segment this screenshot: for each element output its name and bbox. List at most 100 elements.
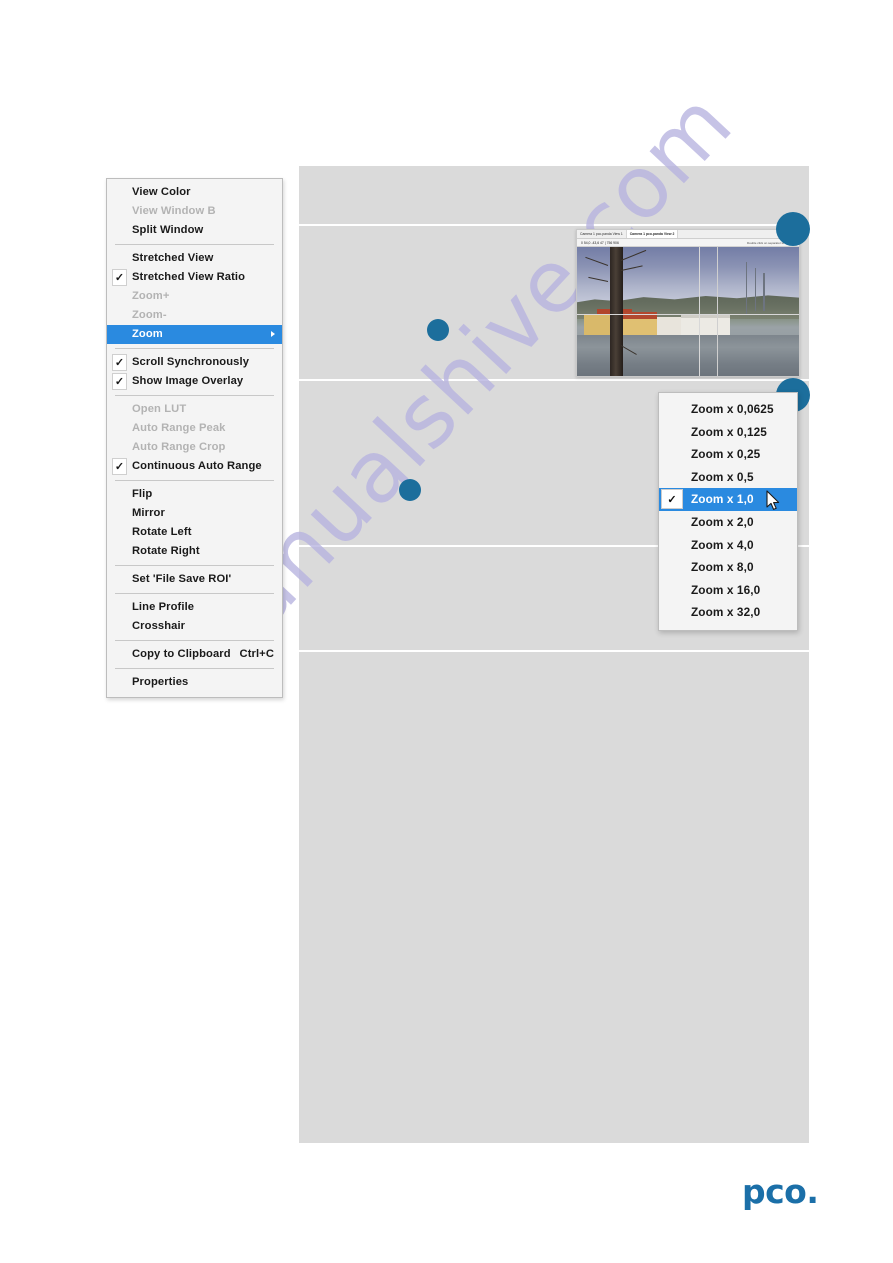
menu-item-label: Properties (132, 676, 189, 688)
menu-item-label: Auto Range Crop (132, 441, 226, 453)
menu-item-rotate-right[interactable]: Rotate Right (107, 542, 282, 561)
zoom-option-label: Zoom x 0,0625 (691, 402, 774, 416)
panel-divider (299, 650, 809, 652)
pco-logo: pco. (742, 1172, 819, 1211)
menu-item-label: Crosshair (132, 620, 186, 632)
zoom-option-zoom-x-1-0[interactable]: ✓ Zoom x 1,0 (659, 488, 797, 511)
camera-toolbar: 0 54,0 -43,6 47 | 756 906 Double click o… (577, 239, 799, 247)
page-root: manualshive.com Camera 1 pco.panda View … (0, 0, 893, 1263)
menu-item-continuous-auto-range[interactable]: ✓ Continuous Auto Range (107, 457, 282, 476)
menu-separator (115, 668, 274, 669)
menu-item-zoom: Zoom- (107, 306, 282, 325)
menu-item-label: Copy to Clipboard (132, 648, 231, 660)
menu-item-flip[interactable]: Flip (107, 485, 282, 504)
menu-item-show-image-overlay[interactable]: ✓ Show Image Overlay (107, 372, 282, 391)
menu-item-zoom[interactable]: Zoom (107, 325, 282, 344)
image-building (656, 316, 684, 335)
zoom-option-label: Zoom x 0,5 (691, 469, 754, 484)
zoom-option-zoom-x-2-0[interactable]: Zoom x 2,0 (659, 511, 797, 534)
crosshair-horizontal (577, 314, 799, 316)
menu-item-label: Zoom+ (132, 290, 170, 302)
menu-item-properties[interactable]: Properties (107, 673, 282, 692)
checkmark-icon: ✓ (112, 373, 127, 390)
zoom-option-zoom-x-32-0[interactable]: Zoom x 32,0 (659, 601, 797, 624)
menu-item-shortcut: Ctrl+C (239, 648, 274, 660)
menu-separator (115, 593, 274, 594)
menu-item-label: Scroll Synchronously (132, 356, 250, 368)
panel-divider (299, 224, 809, 226)
zoom-submenu[interactable]: Zoom x 0,0625 Zoom x 0,125 Zoom x 0,25 Zoom… (658, 392, 798, 631)
zoom-option-label: Zoom x 0,125 (691, 424, 767, 439)
zoom-option-zoom-x-0-125[interactable]: Zoom x 0,125 (659, 421, 797, 444)
camera-coordinate-readout: 0 54,0 -43,6 47 | 756 906 (581, 240, 619, 245)
camera-preview-window[interactable]: Camera 1 pco.panda View 1 Camera 1 pco.p… (576, 229, 800, 377)
camera-tab-view1[interactable]: Camera 1 pco.panda View 1 (577, 230, 627, 238)
menu-item-view-window-b: View Window B (107, 202, 282, 221)
menu-separator (115, 480, 274, 481)
menu-separator (115, 640, 274, 641)
zoom-option-zoom-x-16-0[interactable]: Zoom x 16,0 (659, 579, 797, 602)
menu-item-label: Mirror (132, 507, 165, 519)
menu-item-scroll-synchronously[interactable]: ✓ Scroll Synchronously (107, 353, 282, 372)
image-pole (754, 267, 756, 312)
menu-item-view-color[interactable]: View Color (107, 183, 282, 202)
menu-item-auto-range-crop: Auto Range Crop (107, 438, 282, 457)
zoom-option-zoom-x-0-25[interactable]: Zoom x 0,25 (659, 443, 797, 466)
image-pole (745, 262, 748, 315)
callout-badge-4 (399, 479, 421, 501)
zoom-option-label: Zoom x 16,0 (691, 582, 761, 597)
zoom-option-label: Zoom x 1,0 (691, 492, 754, 507)
menu-item-rotate-left[interactable]: Rotate Left (107, 523, 282, 542)
image-building (681, 317, 731, 335)
menu-item-stretched-view[interactable]: Stretched View (107, 249, 282, 268)
callout-badge-1 (776, 212, 810, 246)
zoom-option-zoom-x-4-0[interactable]: Zoom x 4,0 (659, 534, 797, 557)
checkmark-icon: ✓ (112, 354, 127, 371)
menu-separator (115, 244, 274, 245)
menu-item-label: Open LUT (132, 403, 187, 415)
menu-item-label: Rotate Left (132, 526, 192, 538)
chevron-right-icon (271, 331, 275, 337)
menu-item-label: View Color (132, 186, 191, 198)
menu-item-label: Continuous Auto Range (132, 460, 262, 472)
menu-item-label: Flip (132, 488, 153, 500)
menu-item-label: Rotate Right (132, 545, 200, 557)
menu-item-set-file-save-roi[interactable]: Set 'File Save ROI' (107, 570, 282, 589)
menu-item-label: Stretched View (132, 252, 214, 264)
image-pole (763, 272, 765, 312)
zoom-option-zoom-x-0-5[interactable]: Zoom x 0,5 (659, 466, 797, 489)
menu-item-label: Show Image Overlay (132, 375, 244, 387)
menu-separator (115, 348, 274, 349)
menu-item-label: Zoom- (132, 309, 167, 321)
camera-tab-view2[interactable]: Camera 1 pco.panda View 2 (626, 230, 679, 238)
menu-item-label: Auto Range Peak (132, 422, 226, 434)
checkmark-icon: ✓ (661, 489, 683, 510)
checkmark-icon: ✓ (112, 458, 127, 475)
menu-item-split-window[interactable]: Split Window (107, 221, 282, 240)
menu-item-label: Zoom (132, 328, 163, 340)
menu-separator (115, 395, 274, 396)
zoom-option-label: Zoom x 4,0 (691, 537, 754, 552)
zoom-option-zoom-x-8-0[interactable]: Zoom x 8,0 (659, 556, 797, 579)
view-context-menu[interactable]: View Color View Window B Split Window Stret… (106, 178, 283, 698)
camera-image[interactable] (577, 247, 799, 376)
menu-item-label: Set 'File Save ROI' (132, 573, 232, 585)
menu-item-label: Stretched View Ratio (132, 271, 246, 283)
menu-item-auto-range-peak: Auto Range Peak (107, 419, 282, 438)
menu-item-label: Line Profile (132, 601, 195, 613)
menu-item-mirror[interactable]: Mirror (107, 504, 282, 523)
crosshair-vertical-secondary (716, 247, 718, 376)
menu-item-line-profile[interactable]: Line Profile (107, 598, 282, 617)
image-tree-trunk (610, 247, 623, 376)
zoom-option-label: Zoom x 0,25 (691, 447, 761, 462)
callout-badge-3 (427, 319, 449, 341)
menu-item-crosshair[interactable]: Crosshair (107, 617, 282, 636)
image-building (619, 319, 662, 336)
menu-item-stretched-view-ratio[interactable]: ✓ Stretched View Ratio (107, 268, 282, 287)
menu-item-copy-to-clipboard[interactable]: Copy to Clipboard Ctrl+C (107, 645, 282, 664)
zoom-option-zoom-x-0-0625[interactable]: Zoom x 0,0625 (659, 398, 797, 421)
menu-item-open-lut: Open LUT (107, 400, 282, 419)
zoom-option-label: Zoom x 2,0 (691, 514, 754, 529)
zoom-option-label: Zoom x 8,0 (691, 560, 754, 575)
crosshair-vertical (699, 247, 701, 376)
